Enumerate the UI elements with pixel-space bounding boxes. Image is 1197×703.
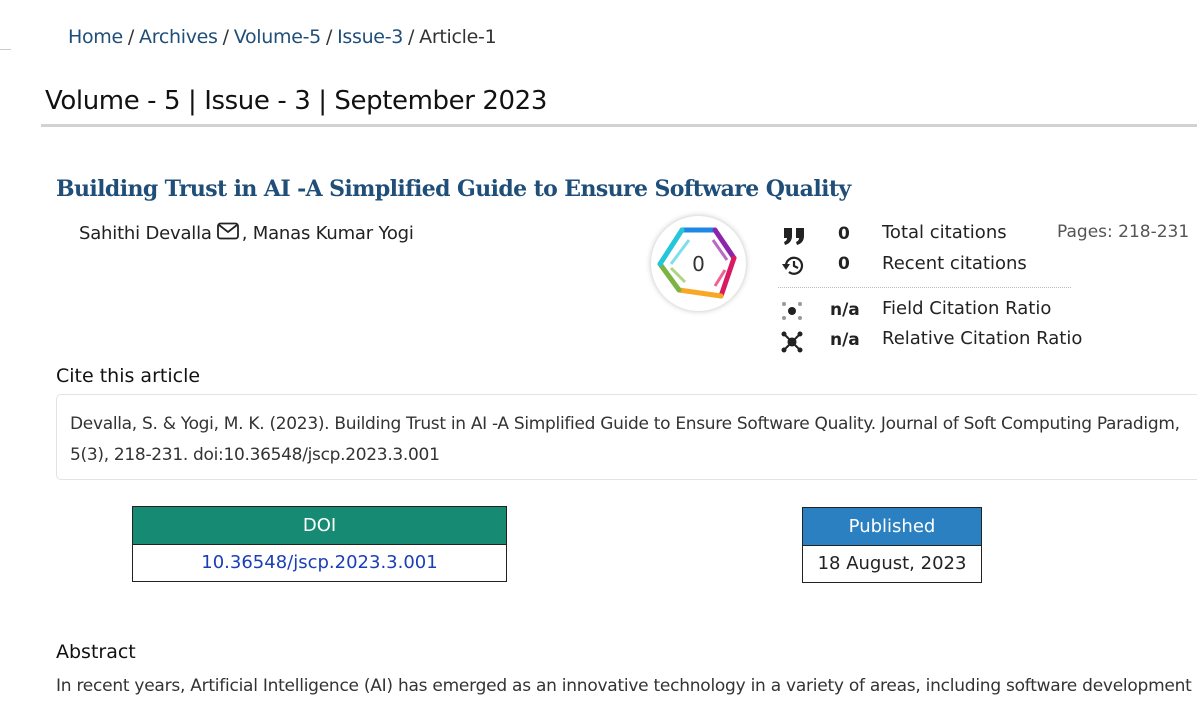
left-divider bbox=[0, 49, 11, 50]
dimensions-badge-count: 0 bbox=[692, 252, 705, 276]
citation-text: Devalla, S. & Yogi, M. K. (2023). Buildi… bbox=[70, 414, 1180, 465]
published-date: 18 August, 2023 bbox=[817, 553, 967, 574]
total-citations-value: 0 bbox=[838, 224, 850, 244]
mail-icon[interactable] bbox=[216, 222, 239, 245]
metrics-divider bbox=[778, 287, 1071, 288]
author-name[interactable]: Sahithi Devalla bbox=[79, 223, 212, 244]
breadcrumb-current: Article-1 bbox=[419, 26, 497, 48]
authors: Sahithi Devalla , Manas Kumar Yogi bbox=[79, 222, 414, 245]
issue-heading-divider bbox=[41, 124, 1197, 127]
issue-heading: Volume - 5 | Issue - 3 | September 2023 bbox=[45, 86, 547, 116]
breadcrumb: Home / Archives / Volume-5/Issue-3/Article-1 bbox=[68, 26, 497, 48]
breadcrumb-volume[interactable]: Volume-5 bbox=[234, 26, 322, 48]
recent-citations-label: Recent citations bbox=[882, 253, 1027, 274]
breadcrumb-home[interactable]: Home bbox=[68, 26, 123, 48]
network-small-icon bbox=[780, 300, 804, 326]
relative-citation-ratio-value: n/a bbox=[830, 330, 860, 350]
quote-icon bbox=[782, 226, 806, 250]
total-citations-label: Total citations bbox=[882, 222, 1007, 243]
breadcrumb-separator: / bbox=[325, 26, 333, 48]
article-pages: Pages: 218-231 bbox=[1057, 222, 1190, 242]
dimensions-badge[interactable]: 0 bbox=[651, 216, 746, 311]
relative-citation-ratio-label: Relative Citation Ratio bbox=[882, 328, 1083, 349]
article-title[interactable]: Building Trust in AI -A Simplified Guide… bbox=[56, 176, 851, 202]
abstract-heading: Abstract bbox=[56, 641, 136, 663]
recent-citations-value: 0 bbox=[838, 254, 850, 274]
network-large-icon bbox=[780, 330, 804, 358]
published-header: Published bbox=[803, 508, 981, 546]
breadcrumb-separator: / bbox=[408, 26, 415, 48]
breadcrumb-separator: / bbox=[222, 26, 229, 48]
field-citation-ratio-label: Field Citation Ratio bbox=[882, 298, 1052, 319]
doi-table: DOI 10.36548/jscp.2023.3.001 bbox=[132, 506, 507, 582]
author-name[interactable]: , Manas Kumar Yogi bbox=[242, 223, 414, 244]
breadcrumb-separator: / bbox=[127, 26, 135, 48]
abstract-text: In recent years, Artificial Intelligence… bbox=[56, 676, 1192, 696]
doi-header: DOI bbox=[133, 507, 506, 545]
breadcrumb-issue[interactable]: Issue-3 bbox=[337, 26, 403, 48]
field-citation-ratio-value: n/a bbox=[830, 300, 860, 320]
cite-heading: Cite this article bbox=[56, 365, 201, 387]
breadcrumb-archives[interactable]: Archives bbox=[139, 26, 218, 48]
history-icon bbox=[781, 255, 805, 281]
doi-link[interactable]: 10.36548/jscp.2023.3.001 bbox=[201, 552, 437, 573]
citation-box: Devalla, S. & Yogi, M. K. (2023). Buildi… bbox=[56, 394, 1197, 480]
published-table: Published 18 August, 2023 bbox=[802, 507, 982, 583]
